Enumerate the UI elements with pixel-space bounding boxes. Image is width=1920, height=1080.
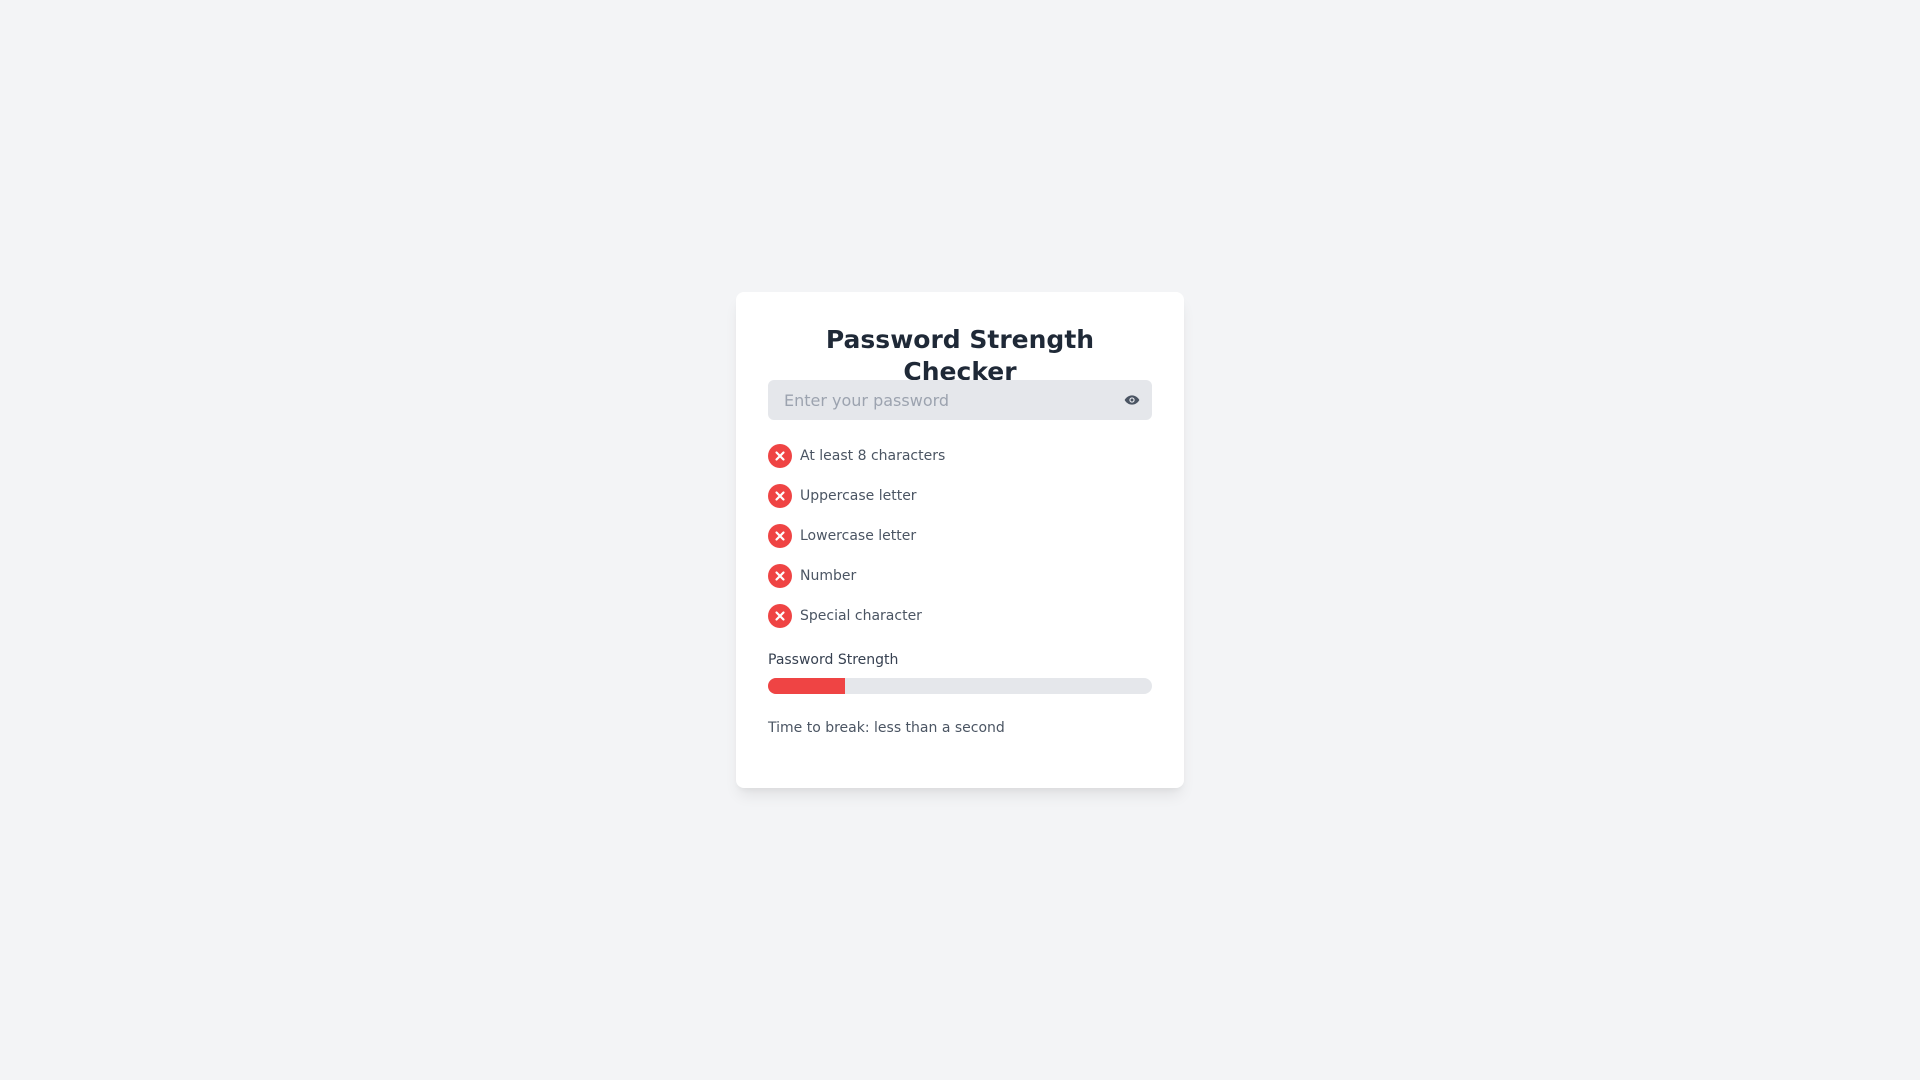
requirement-item: Uppercase letter [768,484,1152,508]
requirement-item: Lowercase letter [768,524,1152,548]
requirement-label: At least 8 characters [800,448,946,464]
x-circle-icon [768,524,792,548]
requirement-label: Lowercase letter [800,528,917,544]
password-input[interactable] [768,380,1152,420]
password-checker-card: Password Strength Checker At least 8 cha… [736,292,1184,788]
time-to-break: Time to break: less than a second [768,720,1005,736]
requirement-label: Number [800,568,857,584]
x-circle-icon [768,484,792,508]
requirement-item: Number [768,564,1152,588]
password-field-wrapper [768,380,1152,420]
strength-label: Password Strength [768,652,899,668]
requirement-label: Special character [800,608,922,624]
requirement-label: Uppercase letter [800,488,917,504]
requirements-list: At least 8 characters Uppercase letter L… [768,444,1152,628]
x-circle-icon [768,604,792,628]
strength-bar [768,678,1152,694]
requirement-item: At least 8 characters [768,444,1152,468]
strength-bar-fill [768,678,845,694]
x-circle-icon [768,564,792,588]
eye-icon [1124,392,1140,408]
requirement-item: Special character [768,604,1152,628]
x-circle-icon [768,444,792,468]
page-title: Password Strength Checker [825,325,1095,386]
toggle-visibility-button[interactable] [1120,388,1144,412]
